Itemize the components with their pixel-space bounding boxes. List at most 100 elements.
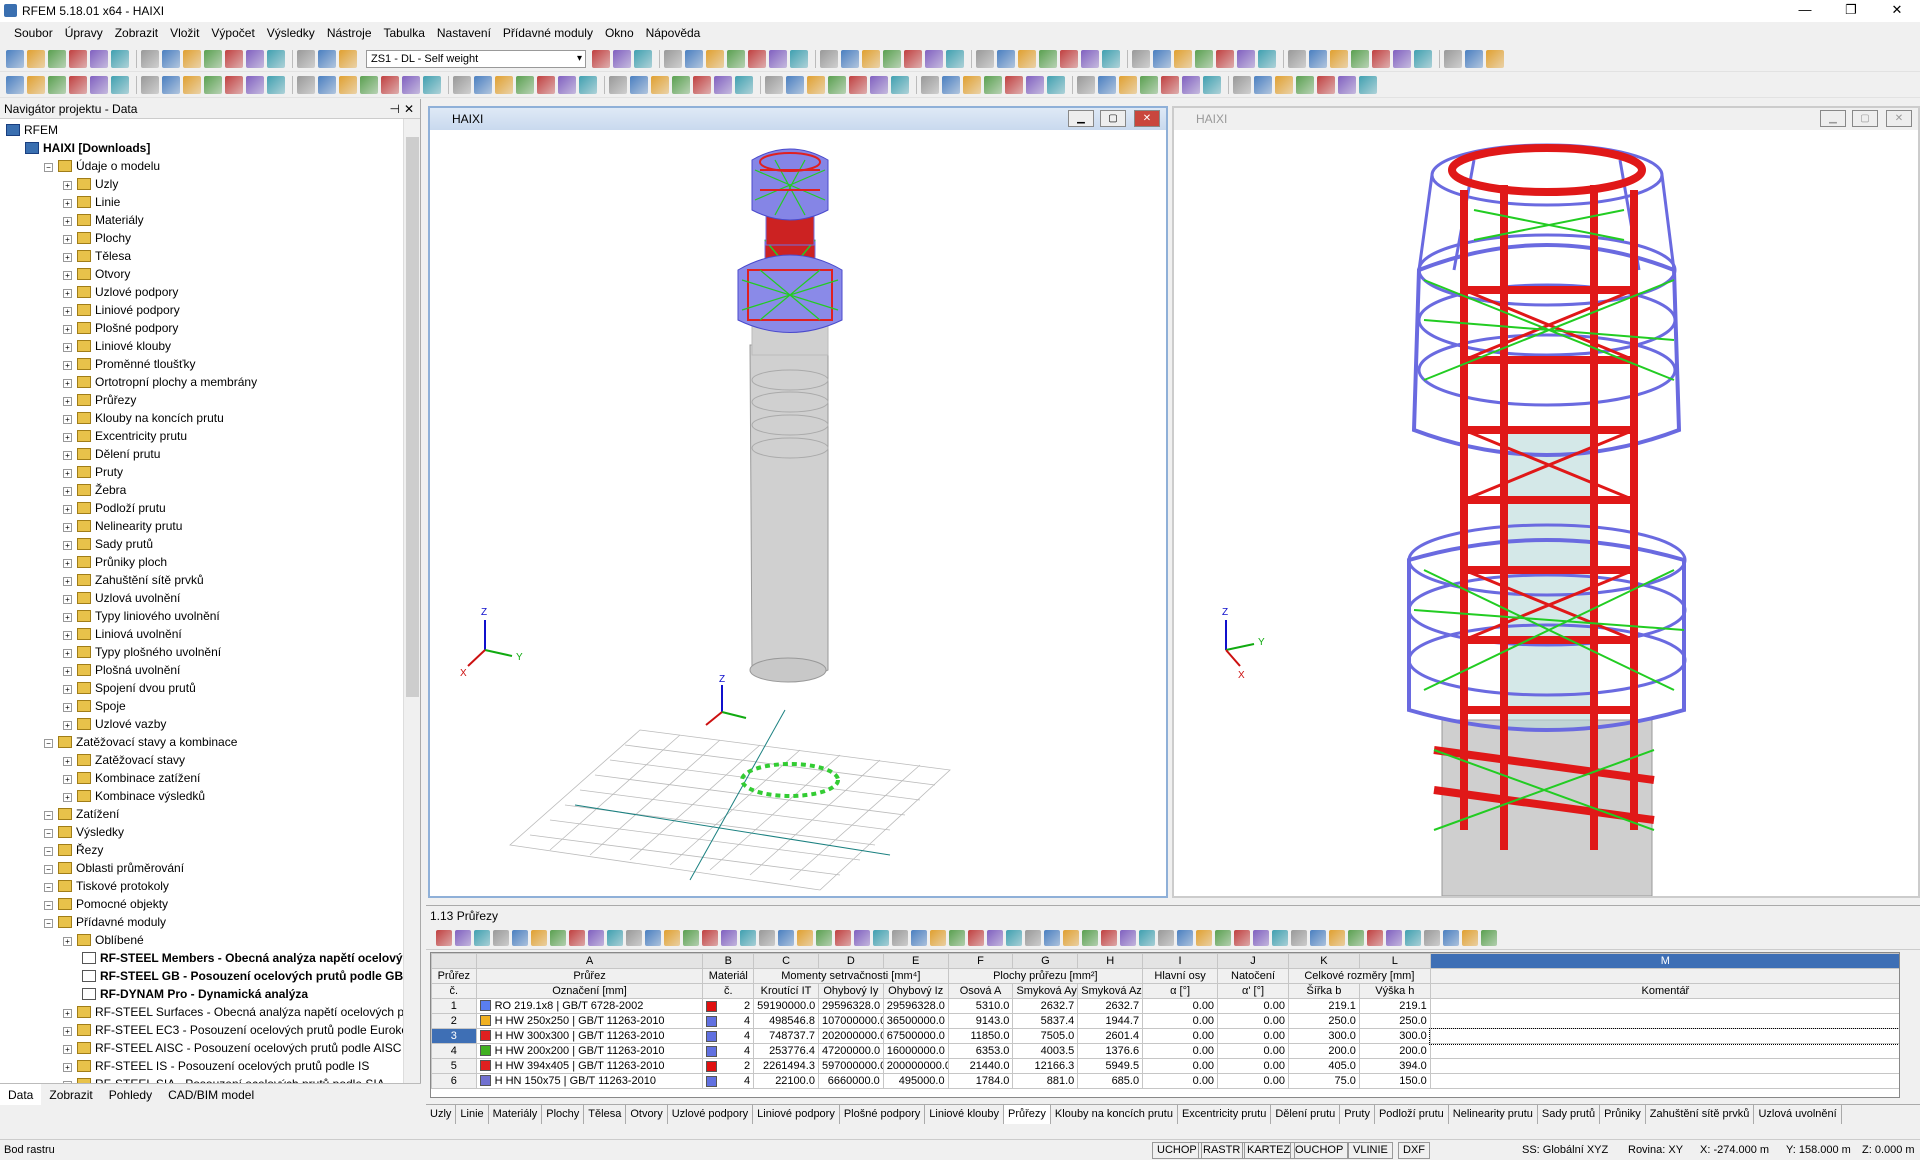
value-cell[interactable]: 0.00: [1217, 1013, 1289, 1029]
row-number[interactable]: 6: [431, 1073, 477, 1089]
table-tool-icon[interactable]: [797, 929, 813, 946]
table-tool-icon[interactable]: [664, 929, 680, 946]
toolbar-tool-icon[interactable]: [1132, 49, 1150, 68]
toolbar-tool-icon[interactable]: [870, 75, 888, 94]
material-cell[interactable]: 4: [702, 1013, 755, 1029]
table-tool-icon[interactable]: [1367, 929, 1383, 946]
tab-zobrazit[interactable]: Zobrazit: [41, 1084, 100, 1105]
value-cell[interactable]: 0.00: [1142, 1058, 1219, 1074]
toolbar-tool-icon[interactable]: [360, 75, 378, 94]
expand-icon[interactable]: −: [44, 847, 53, 856]
toolbar-tool-icon[interactable]: [141, 49, 159, 68]
navigator-item[interactable]: + Excentricity prutu: [0, 427, 420, 445]
navigator-item[interactable]: + RF-STEEL AISC - Posouzení ocelových pru…: [0, 1039, 420, 1057]
model-view-left[interactable]: HAIXI ▁ ▢ ✕ Z Z Y X: [428, 106, 1168, 898]
toolbar-tool-icon[interactable]: [765, 75, 783, 94]
table-tool-icon[interactable]: [588, 929, 604, 946]
close-icon[interactable]: ✕: [404, 99, 414, 119]
menu-nastroje[interactable]: Nástroje: [327, 26, 372, 40]
toolbar-tool-icon[interactable]: [1077, 75, 1095, 94]
toolbar-tool-icon[interactable]: [807, 75, 825, 94]
navigator-item[interactable]: + Průniky ploch: [0, 553, 420, 571]
navigator-item[interactable]: + RF-STEEL EC3 - Posouzení ocelových prut…: [0, 1021, 420, 1039]
table-tool-icon[interactable]: [1481, 929, 1497, 946]
expand-icon[interactable]: +: [63, 397, 72, 406]
expand-icon[interactable]: +: [63, 1063, 72, 1072]
toolbar-tool-icon[interactable]: [6, 75, 24, 94]
toolbar-tool-icon[interactable]: [748, 49, 766, 68]
toolbar-tool-icon[interactable]: [1254, 75, 1272, 94]
navigator-item[interactable]: + Žebra: [0, 481, 420, 499]
toolbar-tool-icon[interactable]: [1081, 49, 1099, 68]
toolbar-tool-icon[interactable]: [828, 75, 846, 94]
navigator-item[interactable]: + RF-STEEL IS - Posouzení ocelových prutů…: [0, 1057, 420, 1075]
table-tool-icon[interactable]: [1006, 929, 1022, 946]
expand-icon[interactable]: +: [63, 631, 72, 640]
table-tool-icon[interactable]: [1443, 929, 1459, 946]
toolbar-tool-icon[interactable]: [27, 49, 45, 68]
toolbar-tool-icon[interactable]: [1119, 75, 1137, 94]
sheet-tab[interactable]: Uzly: [426, 1105, 457, 1124]
toolbar-tool-icon[interactable]: [786, 75, 804, 94]
expand-icon[interactable]: +: [63, 487, 72, 496]
toolbar-tool-icon[interactable]: [1161, 75, 1179, 94]
menu-nastaveni[interactable]: Nastavení: [437, 26, 491, 40]
value-cell[interactable]: 748737.7: [753, 1028, 819, 1044]
toolbar-tool-icon[interactable]: [672, 75, 690, 94]
material-cell[interactable]: 4: [702, 1073, 755, 1089]
navigator-item[interactable]: +RF-STEEL SIA - Posouzení ocelových prut…: [0, 1075, 420, 1083]
navigator-item[interactable]: + Tělesa: [0, 247, 420, 265]
value-cell[interactable]: 29596328.0: [817, 998, 884, 1014]
column-letter[interactable]: M: [1429, 953, 1899, 969]
load-case-select[interactable]: ZS1 - DL - Self weight: [366, 49, 586, 68]
guideline-button[interactable]: VLINIE: [1348, 1142, 1393, 1159]
row-number[interactable]: 4: [431, 1043, 477, 1059]
expand-icon[interactable]: +: [63, 541, 72, 550]
toolbar-tool-icon[interactable]: [1233, 75, 1251, 94]
toolbar-tool-icon[interactable]: [537, 75, 555, 94]
toolbar-tool-icon[interactable]: [1359, 75, 1377, 94]
table-tool-icon[interactable]: [1462, 929, 1478, 946]
toolbar-tool-icon[interactable]: [634, 49, 652, 68]
toolbar-tool-icon[interactable]: [891, 75, 909, 94]
navigator-item[interactable]: − Pomocné objekty: [0, 895, 420, 913]
comment-cell[interactable]: [1429, 1013, 1899, 1029]
expand-icon[interactable]: +: [63, 649, 72, 658]
value-cell[interactable]: 597000000.0: [817, 1058, 884, 1074]
navigator-item[interactable]: − Výsledky: [0, 823, 420, 841]
navigator-item[interactable]: + Dělení prutu: [0, 445, 420, 463]
toolbar-tool-icon[interactable]: [664, 49, 682, 68]
expand-icon[interactable]: +: [63, 253, 72, 262]
toolbar-tool-icon[interactable]: [1393, 49, 1411, 68]
toolbar-tool-icon[interactable]: [1102, 49, 1120, 68]
toolbar-tool-icon[interactable]: [423, 75, 441, 94]
table-tool-icon[interactable]: [1044, 929, 1060, 946]
toolbar-tool-icon[interactable]: [997, 49, 1015, 68]
expand-icon[interactable]: +: [63, 307, 72, 316]
restore-button[interactable]: ❐: [1828, 0, 1874, 22]
toolbar-tool-icon[interactable]: [1216, 49, 1234, 68]
navigator-item[interactable]: HAIXI [Downloads]: [0, 139, 420, 157]
expand-icon[interactable]: +: [63, 793, 72, 802]
navigator-item[interactable]: + Kombinace výsledků: [0, 787, 420, 805]
navigator-item[interactable]: + RF-STEEL Surfaces - Obecná analýza napě…: [0, 1003, 420, 1021]
toolbar-tool-icon[interactable]: [1026, 75, 1044, 94]
navigator-item[interactable]: + Uzly: [0, 175, 420, 193]
sheet-tab[interactable]: Excentricity prutu: [1178, 1105, 1272, 1124]
value-cell[interactable]: 2261494.3: [753, 1058, 819, 1074]
sheet-tab[interactable]: Pruty: [1340, 1105, 1375, 1124]
table-tool-icon[interactable]: [930, 929, 946, 946]
value-cell[interactable]: 0.00: [1142, 1013, 1219, 1029]
expand-icon[interactable]: +: [63, 595, 72, 604]
navigator-item[interactable]: + Ortotropní plochy a membrány: [0, 373, 420, 391]
value-cell[interactable]: 2632.7: [1012, 998, 1079, 1014]
value-cell[interactable]: 0.00: [1217, 1058, 1289, 1074]
navigator-item[interactable]: RF-STEEL Members - Obecná analýza napětí…: [0, 949, 420, 967]
table-tool-icon[interactable]: [436, 929, 452, 946]
expand-icon[interactable]: −: [44, 163, 53, 172]
toolbar-tool-icon[interactable]: [111, 49, 129, 68]
comment-cell[interactable]: [1429, 1043, 1899, 1059]
expand-icon[interactable]: +: [63, 1027, 72, 1036]
column-letter[interactable]: D: [817, 953, 884, 969]
section-name-cell[interactable]: RO 219.1x8 | GB/T 6728-2002: [475, 998, 704, 1014]
